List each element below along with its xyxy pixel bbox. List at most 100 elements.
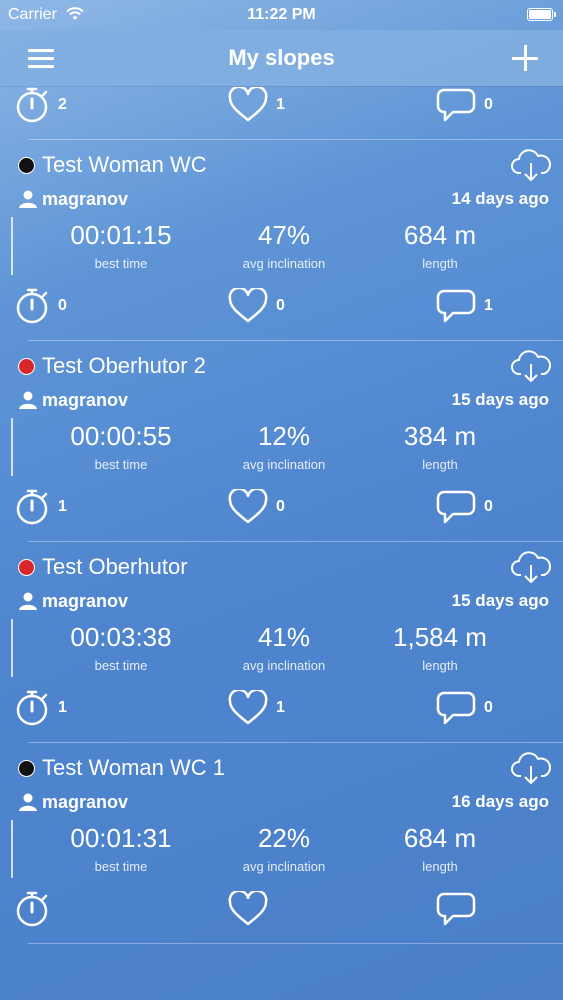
difficulty-dot-icon	[18, 357, 35, 375]
author-name: magranov	[42, 791, 129, 812]
like-button[interactable]: 1	[228, 86, 285, 125]
comment-bubble-icon	[436, 892, 476, 926]
length-label: length	[422, 457, 458, 472]
length-stat: 684 m length	[340, 823, 540, 877]
divider-line	[11, 217, 13, 275]
slope-card[interactable]: Test Woman WC 1 magranov 16 days ago 00:…	[0, 743, 563, 944]
slope-name: Test Woman WC 1	[42, 755, 225, 780]
heart-icon	[228, 87, 268, 122]
slope-age: 15 days ago	[451, 591, 549, 610]
comment-bubble-icon	[436, 88, 476, 122]
runs-button[interactable]: 1	[14, 688, 67, 728]
comments-count: 0	[484, 96, 493, 113]
stopwatch-icon	[16, 891, 48, 927]
user-icon	[19, 190, 37, 208]
comment-button[interactable]: 1	[436, 286, 493, 326]
heart-icon	[228, 489, 268, 524]
runs-button[interactable]: 2	[14, 86, 67, 125]
comment-button[interactable]: 0	[436, 487, 493, 527]
slope-age: 14 days ago	[451, 189, 549, 208]
author-name: magranov	[42, 188, 129, 209]
comment-bubble-icon	[436, 691, 476, 725]
comment-button[interactable]: 0	[436, 688, 493, 728]
length-stat: 384 m length	[340, 421, 540, 475]
add-slope-button[interactable]	[511, 44, 539, 72]
author-name: magranov	[42, 389, 129, 410]
comments-count: 1	[484, 297, 493, 314]
slope-author: magranov	[18, 790, 128, 814]
length-label: length	[422, 256, 458, 271]
comment-bubble-icon	[436, 490, 476, 524]
slopes-list[interactable]: magranov 5 days ago 00:00:43 best time 1…	[0, 86, 563, 1000]
heart-icon	[228, 288, 268, 323]
stopwatch-icon	[16, 489, 48, 525]
slope-age: 15 days ago	[451, 390, 549, 409]
runs-count: 1	[58, 498, 67, 515]
divider-line	[11, 619, 13, 677]
comment-button[interactable]	[436, 889, 484, 929]
length-stat: 1,584 m length	[340, 622, 540, 676]
likes-count: 1	[276, 699, 285, 716]
stopwatch-icon	[16, 87, 48, 123]
clock: 11:22 PM	[247, 6, 316, 23]
row-separator	[28, 943, 563, 944]
comment-bubble-icon	[436, 289, 476, 323]
slope-title-row: Test Woman WC	[18, 150, 207, 180]
divider-line	[11, 418, 13, 476]
runs-count: 0	[58, 297, 67, 314]
slope-name: Test Woman WC	[42, 152, 207, 177]
length-value: 1,584 m	[393, 622, 487, 652]
length-stat: 684 m length	[340, 220, 540, 274]
navigation-bar: My slopes	[0, 30, 563, 86]
runs-count: 2	[58, 96, 67, 113]
slope-name: Test Oberhutor 2	[42, 353, 206, 378]
length-value: 684 m	[403, 823, 477, 853]
runs-button[interactable]: 0	[14, 286, 67, 326]
difficulty-dot-icon	[18, 558, 35, 576]
likes-count: 0	[276, 498, 285, 515]
like-button[interactable]: 0	[228, 487, 285, 527]
status-bar: Carrier 11:22 PM	[0, 0, 563, 30]
battery-icon	[527, 8, 556, 21]
length-value: 684 m	[403, 220, 477, 250]
heart-icon	[228, 891, 268, 926]
cloud-download-icon[interactable]	[511, 349, 551, 383]
like-button[interactable]: 0	[228, 286, 285, 326]
slope-card[interactable]: magranov 5 days ago 00:00:43 best time 1…	[0, 86, 563, 140]
user-icon	[19, 793, 37, 811]
slope-name: Test Oberhutor	[42, 554, 188, 579]
likes-count: 0	[276, 297, 285, 314]
slope-title-row: Test Oberhutor 2	[18, 351, 206, 381]
divider-line	[11, 820, 13, 878]
length-label: length	[422, 658, 458, 673]
likes-count: 1	[276, 96, 285, 113]
length-value: 384 m	[403, 421, 477, 451]
runs-button[interactable]: 1	[14, 487, 67, 527]
cloud-download-icon[interactable]	[511, 550, 551, 584]
slope-title-row: Test Oberhutor	[18, 552, 188, 582]
page-title: My slopes	[228, 45, 335, 70]
like-button[interactable]: 1	[228, 688, 285, 728]
slope-author: magranov	[18, 187, 128, 211]
slope-card[interactable]: Test Oberhutor magranov 15 days ago 00:0…	[0, 542, 563, 743]
stopwatch-icon	[16, 690, 48, 726]
stopwatch-icon	[16, 288, 48, 324]
slope-author: magranov	[18, 388, 128, 412]
slope-card[interactable]: Test Woman WC magranov 14 days ago 00:01…	[0, 140, 563, 341]
comment-button[interactable]: 0	[436, 86, 493, 125]
author-name: magranov	[42, 590, 129, 611]
slope-card[interactable]: Test Oberhutor 2 magranov 15 days ago 0 0…	[0, 341, 563, 542]
comments-count: 0	[484, 498, 493, 515]
cloud-download-icon[interactable]	[511, 148, 551, 182]
slope-age: 16 days ago	[451, 792, 549, 811]
slope-title-row: Test Woman WC 1	[18, 753, 225, 783]
difficulty-dot-icon	[18, 156, 35, 174]
runs-button[interactable]	[14, 889, 58, 929]
heart-icon	[228, 690, 268, 725]
user-icon	[19, 592, 37, 610]
like-button[interactable]	[228, 889, 276, 929]
cloud-download-icon[interactable]	[511, 751, 551, 785]
comments-count: 0	[484, 699, 493, 716]
runs-count: 1	[58, 699, 67, 716]
length-label: length	[422, 859, 458, 874]
